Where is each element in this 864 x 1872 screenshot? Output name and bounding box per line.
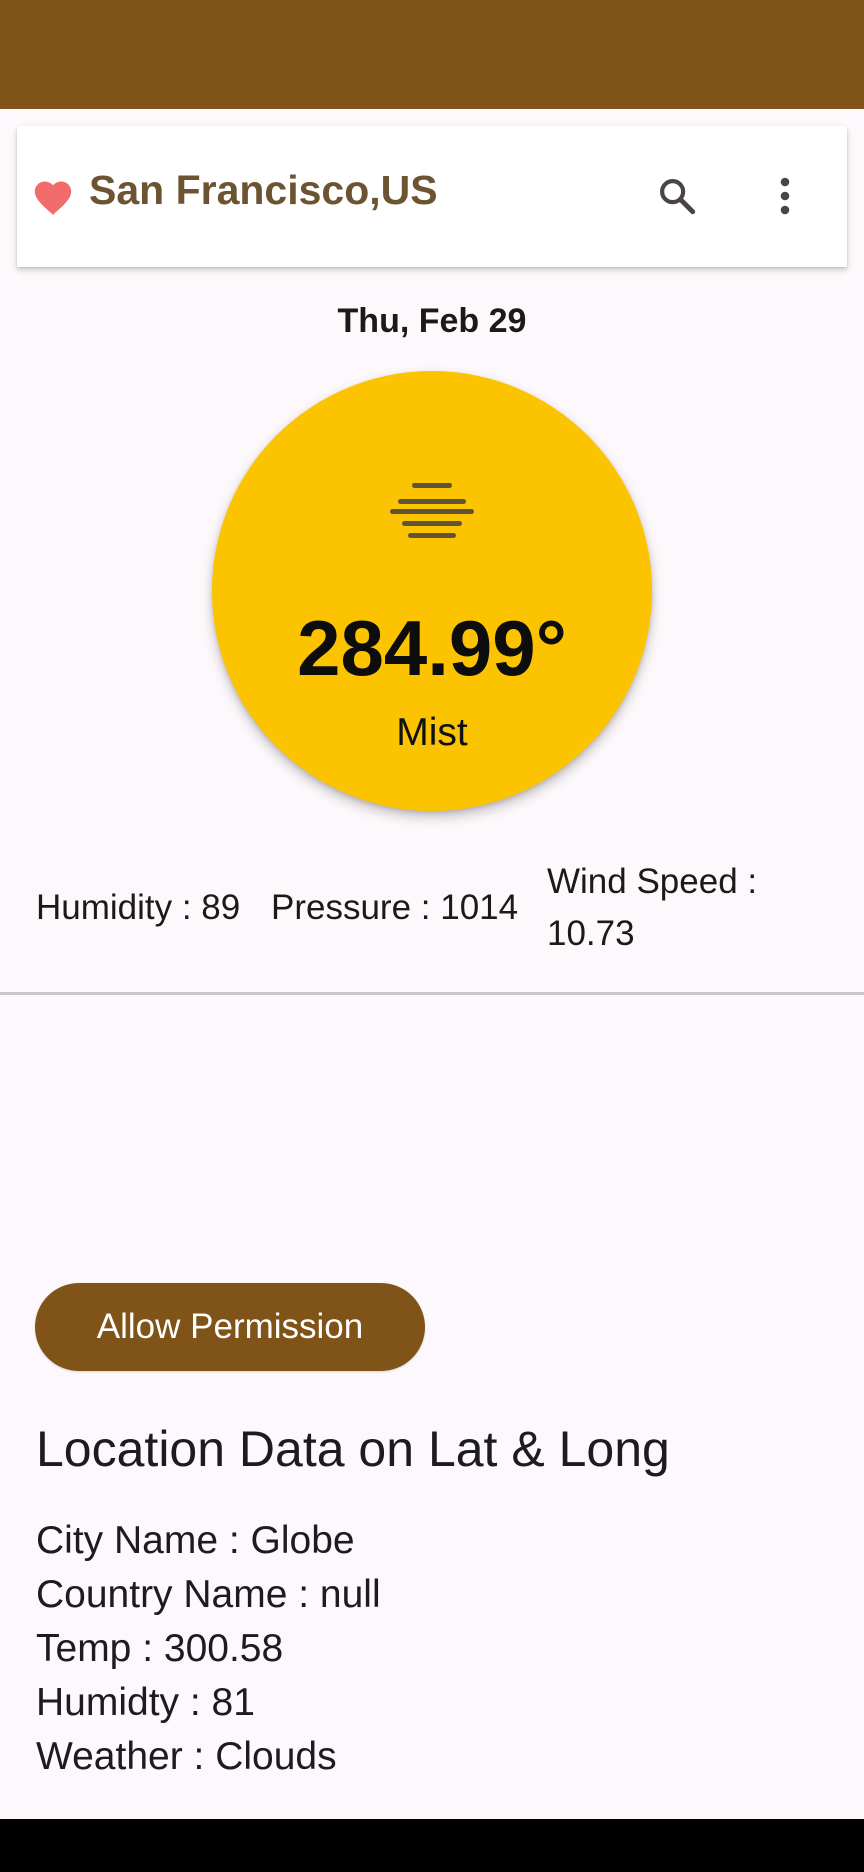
- temperature: 284.99°: [297, 604, 567, 692]
- allow-permission-button[interactable]: Allow Permission: [35, 1283, 425, 1371]
- wind-speed-value: 10.73: [547, 914, 635, 953]
- location-data-list: City Name : Globe Country Name : null Te…: [36, 1514, 381, 1784]
- search-icon[interactable]: [653, 172, 701, 220]
- location-country: Country Name : null: [36, 1573, 381, 1616]
- weather-date: Thu, Feb 29: [337, 302, 527, 340]
- location-weather: Weather : Clouds: [36, 1735, 337, 1778]
- pressure-stat: Pressure : 1014: [271, 888, 519, 927]
- more-vert-icon[interactable]: [761, 172, 809, 220]
- app-title: San Francisco,US: [89, 167, 438, 213]
- divider: [0, 992, 864, 995]
- wind-speed-stat: Wind Speed : 10.73: [547, 856, 757, 960]
- location-humidity: Humidty : 81: [36, 1681, 255, 1724]
- location-temp: Temp : 300.58: [36, 1627, 284, 1670]
- humidity-stat: Humidity : 89: [36, 888, 241, 927]
- status-bar: [0, 0, 864, 109]
- location-heading: Location Data on Lat & Long: [36, 1421, 670, 1477]
- weather-condition: Mist: [396, 711, 468, 754]
- navigation-bar: [0, 1819, 864, 1872]
- location-city: City Name : Globe: [36, 1519, 355, 1562]
- app-bar: San Francisco,US: [17, 126, 847, 267]
- wind-speed-label: Wind Speed :: [547, 862, 758, 901]
- heart-icon[interactable]: [31, 176, 75, 216]
- mist-icon: [382, 479, 482, 541]
- weather-circle: 284.99° Mist: [212, 371, 652, 811]
